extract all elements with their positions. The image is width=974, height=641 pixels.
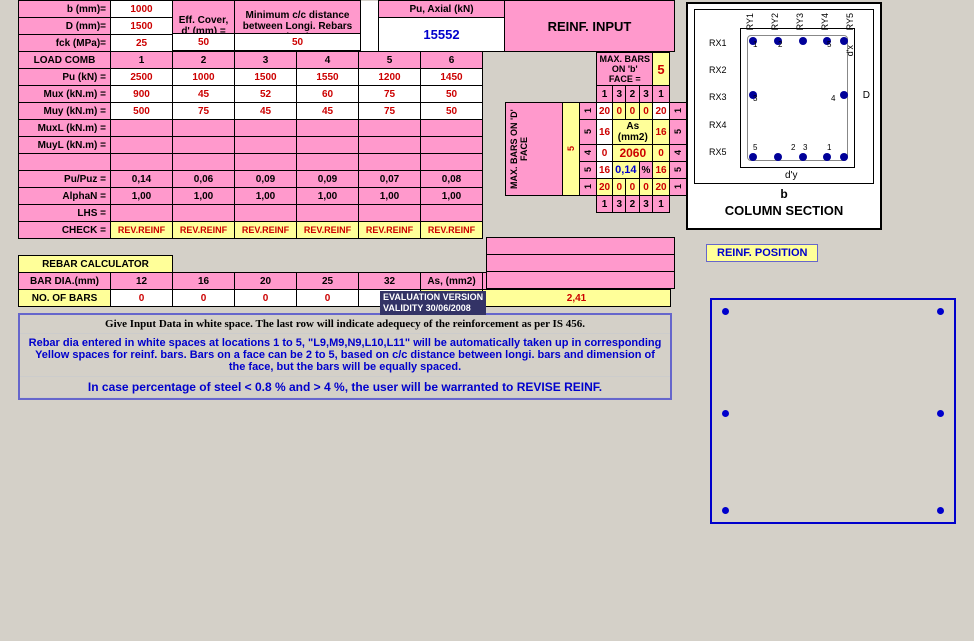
b-value[interactable]: 1000	[111, 1, 173, 18]
reinf-position-button[interactable]: REINF. POSITION	[706, 244, 818, 262]
d-label: D (mm)=	[19, 18, 111, 35]
column-section-diagram: RY1 RY2 RY3 RY4 RY5 RX1 RX2 RX3 RX4 RX5 …	[686, 2, 882, 230]
d-value[interactable]: 1500	[111, 18, 173, 35]
fck-value[interactable]: 25	[111, 35, 173, 52]
b-dim-label: b	[688, 187, 880, 201]
fck-label: fck (MPa)=	[19, 35, 111, 52]
reinf-input-label: REINF. INPUT	[505, 1, 675, 52]
minccc-value[interactable]: 50	[235, 34, 361, 51]
info-box: Give Input Data in white space. The last…	[18, 313, 672, 400]
b-label: b (mm)=	[19, 1, 111, 18]
pu-axial-label: Pu, Axial (kN)	[379, 1, 505, 18]
maxbars-table: MAX. BARS ON 'b' FACE = 5 1 3 2 3 1 MAX.…	[505, 52, 687, 213]
loadcomb-label: LOAD COMB	[19, 52, 111, 69]
pu-axial-value: 15552	[379, 18, 505, 52]
evaluation-watermark: EVALUATION VERSION VALIDITY 30/06/2008	[380, 291, 486, 315]
reinf-position-diagram	[710, 298, 956, 524]
effcover-value2[interactable]: 50	[173, 34, 235, 51]
column-section-title: COLUMN SECTION	[688, 203, 880, 218]
load-table: LOAD COMB 1 2 3 4 5 6 Pu (kN) = 2500 100…	[18, 51, 483, 239]
